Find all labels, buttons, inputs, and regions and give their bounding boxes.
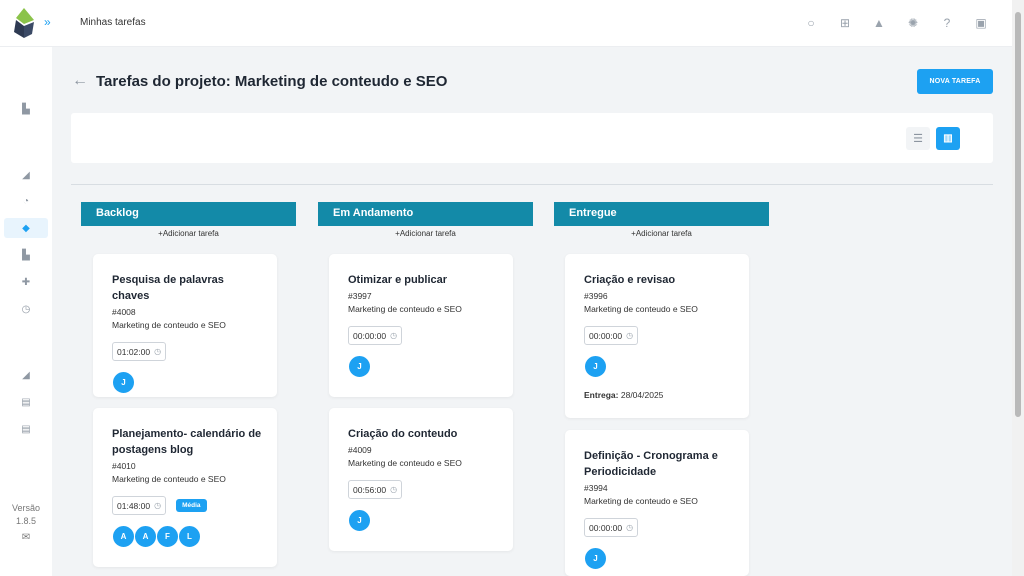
- projects-icon[interactable]: ◆: [4, 218, 48, 238]
- task-title: Planejamento- calendário de postagens bl…: [112, 428, 262, 456]
- document-icon-2[interactable]: ▤: [0, 419, 52, 439]
- task-timer[interactable]: 00:00:00 ◷: [348, 326, 403, 345]
- task-card[interactable]: Definição - Cronograma e Periodicidade #…: [565, 430, 749, 576]
- delivery-date: Entrega: 28/04/2025: [584, 390, 664, 400]
- avatar[interactable]: A: [134, 525, 157, 548]
- task-title: Otimizar e publicar: [348, 274, 448, 286]
- chart-icon[interactable]: ◢: [0, 165, 52, 185]
- report-icon[interactable]: ▙: [0, 245, 52, 265]
- avatar[interactable]: J: [112, 371, 135, 394]
- scrollbar-thumb[interactable]: [1015, 12, 1021, 417]
- task-project: Marketing de conteudo e SEO: [584, 304, 698, 314]
- task-timer[interactable]: 00:00:00 ◷: [584, 518, 639, 537]
- task-timer[interactable]: 01:48:00 ◷: [112, 496, 167, 515]
- task-id: #3997: [348, 291, 372, 301]
- task-card[interactable]: Criação do conteudo #4009 Marketing de c…: [329, 408, 513, 551]
- bell-icon[interactable]: ▲: [870, 14, 888, 32]
- task-project: Marketing de conteudo e SEO: [112, 320, 226, 330]
- task-id: #4008: [112, 307, 136, 317]
- task-timer[interactable]: 00:00:00 ◷: [584, 326, 639, 345]
- pin-icon[interactable]: ✚: [0, 272, 52, 292]
- task-project: Marketing de conteudo e SEO: [348, 304, 462, 314]
- sidebar: ▙ ◢ ◔ ◆ ▙ ✚ ◷ ◢ ▤ ▤ Versão 1.8.5 ✉: [0, 47, 52, 576]
- clock-icon: ◷: [154, 347, 162, 356]
- add-task-delivered[interactable]: +Adicionar tarefa: [554, 229, 769, 238]
- profile-image-icon[interactable]: ▣: [972, 14, 990, 32]
- top-bar: » Minhas tarefas ○ ⊞ ▲ ✺ ? ▣: [0, 0, 1012, 47]
- logo-icon[interactable]: [12, 8, 36, 38]
- task-card[interactable]: Otimizar e publicar #3997 Marketing de c…: [329, 254, 513, 397]
- avatar[interactable]: J: [348, 355, 371, 378]
- help-icon[interactable]: ?: [938, 14, 956, 32]
- column-header-delivered: Entregue: [554, 202, 769, 226]
- page-title: Tarefas do projeto: Marketing de conteud…: [96, 73, 448, 90]
- pie-icon[interactable]: ◔: [0, 191, 52, 211]
- divider: [71, 184, 993, 185]
- add-task-in-progress[interactable]: +Adicionar tarefa: [318, 229, 533, 238]
- task-id: #4009: [348, 445, 372, 455]
- version-number: 1.8.5: [15, 516, 37, 526]
- clock-icon: ◷: [390, 485, 398, 494]
- avatar[interactable]: J: [348, 509, 371, 532]
- plus-square-icon[interactable]: ⊞: [836, 14, 854, 32]
- version-label: Versão: [11, 503, 41, 513]
- add-task-backlog[interactable]: +Adicionar tarefa: [81, 229, 296, 238]
- filter-panel: [71, 113, 993, 163]
- back-arrow-icon[interactable]: ←: [72, 72, 88, 90]
- task-title: Pesquisa de palavras chaves: [112, 274, 224, 302]
- task-id: #4010: [112, 461, 136, 471]
- avatar[interactable]: L: [178, 525, 201, 548]
- new-task-button[interactable]: NOVA TAREFA: [917, 69, 993, 94]
- task-project: Marketing de conteudo e SEO: [584, 496, 698, 506]
- task-project: Marketing de conteudo e SEO: [348, 458, 462, 468]
- breadcrumb[interactable]: Minhas tarefas: [80, 17, 146, 28]
- list-view-icon[interactable]: ☰: [906, 127, 930, 150]
- header-actions: ○ ⊞ ▲ ✺ ? ▣: [802, 14, 990, 32]
- column-header-in-progress: Em Andamento: [318, 202, 533, 226]
- task-title: Criação do conteudo: [348, 428, 458, 440]
- avatar[interactable]: A: [112, 525, 135, 548]
- version-info: Versão 1.8.5: [0, 502, 52, 528]
- task-timer[interactable]: 00:56:00 ◷: [348, 480, 403, 499]
- clock-icon: ◷: [390, 331, 398, 340]
- task-project: Marketing de conteudo e SEO: [112, 474, 226, 484]
- task-id: #3996: [584, 291, 608, 301]
- task-id: #3994: [584, 483, 608, 493]
- clock-icon: ◷: [626, 523, 634, 532]
- task-card[interactable]: Pesquisa de palavras chaves #4008 Market…: [93, 254, 277, 397]
- clock-icon[interactable]: ◷: [0, 299, 52, 319]
- column-header-backlog: Backlog: [81, 202, 296, 226]
- document-icon[interactable]: ▤: [0, 392, 52, 412]
- task-title: Criação e revisao: [584, 274, 676, 286]
- task-card[interactable]: Criação e revisao #3996 Marketing de con…: [565, 254, 749, 418]
- kanban-view-icon[interactable]: ▥: [936, 127, 960, 150]
- search-icon[interactable]: ○: [802, 14, 820, 32]
- dashboard-icon[interactable]: ▙: [0, 99, 52, 119]
- mail-icon[interactable]: ✉: [0, 532, 52, 543]
- avatar[interactable]: J: [584, 355, 607, 378]
- clock-icon: ◷: [626, 331, 634, 340]
- task-title: Definição - Cronograma e Periodicidade: [584, 450, 718, 478]
- clock-icon: ◷: [154, 501, 162, 510]
- sun-icon[interactable]: ✺: [904, 14, 922, 32]
- avatar[interactable]: F: [156, 525, 179, 548]
- task-card[interactable]: Planejamento- calendário de postagens bl…: [93, 408, 277, 567]
- avatar[interactable]: J: [584, 547, 607, 570]
- expand-menu-icon[interactable]: »: [44, 15, 51, 29]
- chart-icon-2[interactable]: ◢: [0, 365, 52, 385]
- task-timer[interactable]: 01:02:00 ◷: [112, 342, 167, 361]
- priority-badge: Média: [176, 499, 207, 512]
